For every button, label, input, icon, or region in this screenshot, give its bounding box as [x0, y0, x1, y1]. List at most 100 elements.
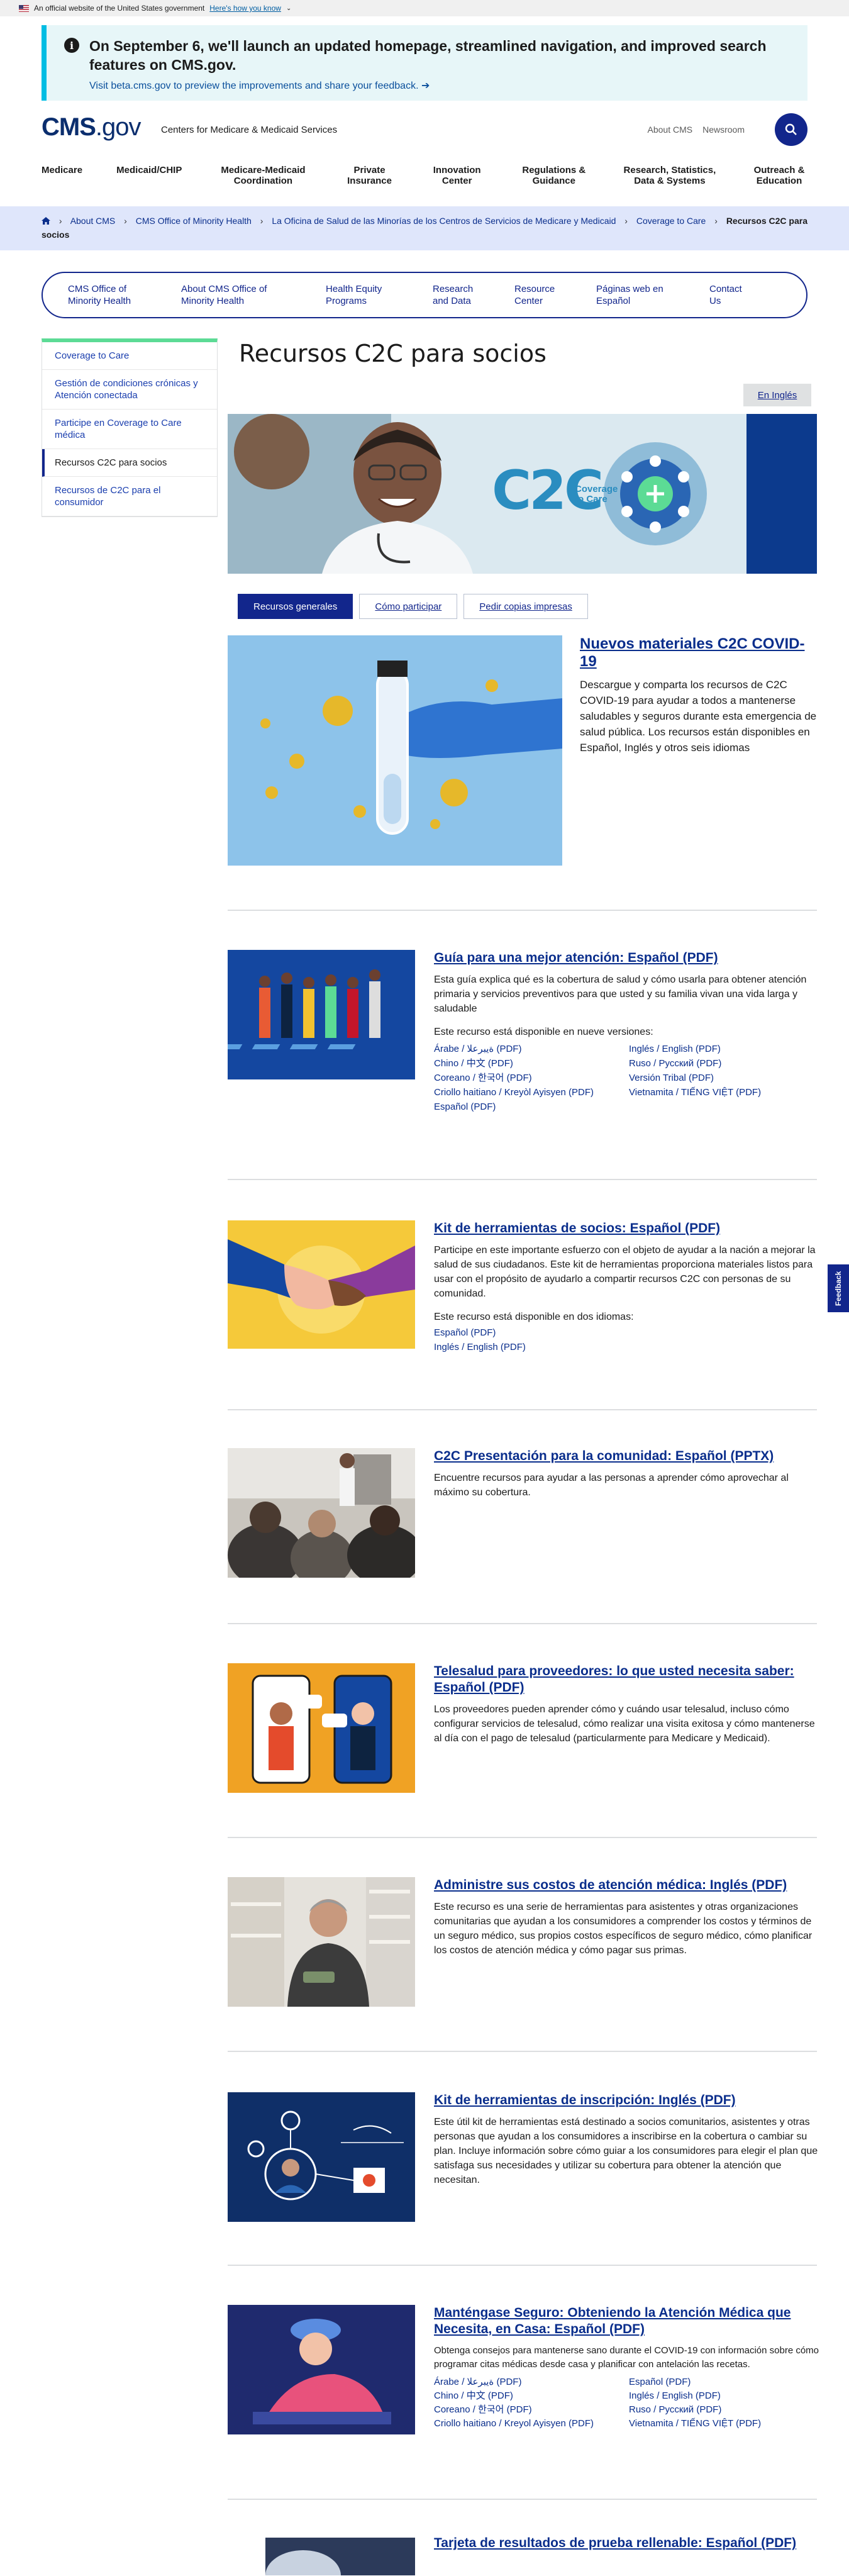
version-link[interactable]: Criollo haitiano / Kreyol Ayisyen (PDF) — [434, 2417, 629, 2431]
nav-item-outreach[interactable]: Outreach & Education — [751, 165, 807, 191]
newsroom-link[interactable]: Newsroom — [702, 125, 745, 135]
resource-thumbnail — [228, 1220, 415, 1349]
resource-title-link[interactable]: Nuevos materiales C2C COVID-19 — [580, 635, 819, 671]
covid-test-tube-image — [228, 635, 562, 866]
version-link[interactable]: Coreano / 한국어 (PDF) — [434, 1071, 629, 1085]
resource-thumbnail — [228, 1663, 415, 1793]
chevron-down-icon: ⌄ — [286, 4, 292, 12]
logo-text: Centers for Medicare & Medicaid Services — [161, 125, 338, 135]
resource-description: Participe en este importante esfuerzo co… — [434, 1245, 816, 1299]
sidebar-item-participe[interactable]: Participe en Coverage to Care médica — [42, 410, 217, 449]
sidebar-item-coverage[interactable]: Coverage to Care — [42, 342, 217, 370]
breadcrumb-oficina[interactable]: La Oficina de Salud de las Minorías de l… — [272, 216, 616, 226]
resource-title-link[interactable]: Kit de herramientas de inscripción: Ingl… — [434, 2092, 824, 2109]
resource-description: Este útil kit de herramientas está desti… — [434, 2117, 818, 2185]
version-link[interactable]: Chino / 中文 (PDF) — [434, 2389, 629, 2403]
gov-banner-text: An official website of the United States… — [34, 4, 205, 13]
version-link[interactable]: Chino / 中文 (PDF) — [434, 1056, 629, 1071]
divider — [228, 2265, 817, 2266]
version-link[interactable]: Criollo haitiano / Kreyòl Ayisyen (PDF) — [434, 1085, 629, 1100]
version-link[interactable]: Ruso / Русский (PDF) — [629, 2403, 818, 2417]
version-link[interactable]: Inglés / English (PDF) — [629, 2389, 818, 2403]
version-link[interactable]: Español (PDF) — [629, 2375, 818, 2389]
versions-list: Árabe / ةيبرعلا (PDF) Español (PDF) Chin… — [434, 2375, 824, 2431]
breadcrumb-about-cms[interactable]: About CMS — [70, 216, 116, 226]
search-icon — [785, 123, 797, 135]
version-link[interactable]: Ruso / Русский (PDF) — [629, 1056, 818, 1071]
tab-pedir-copias[interactable]: Pedir copias impresas — [463, 594, 588, 619]
handshake-image — [228, 1220, 415, 1349]
versions-list: Árabe / ةيبرعلا (PDF) Inglés / English (… — [434, 1042, 824, 1114]
subnav-about-omh[interactable]: About CMS Office of Minority Health — [181, 283, 288, 307]
resource-thumbnail — [228, 2092, 415, 2222]
resource-description: Los proveedores pueden aprender cómo y c… — [434, 1704, 815, 1744]
subnav-omh[interactable]: CMS Office of Minority Health — [68, 283, 143, 307]
feedback-button[interactable]: Feedback — [828, 1264, 849, 1312]
divider — [228, 910, 817, 911]
resource-thumbnail — [228, 1448, 415, 1578]
version-link[interactable]: Inglés / English (PDF) — [629, 1042, 818, 1056]
sidebar: Coverage to Care Gestión de condiciones … — [42, 338, 218, 517]
search-button[interactable] — [775, 113, 807, 146]
version-link[interactable]: Versión Tribal (PDF) — [629, 1071, 818, 1085]
subnav-research[interactable]: Research and Data — [433, 283, 477, 307]
breadcrumb-coverage[interactable]: Coverage to Care — [636, 216, 706, 226]
nav-item-research[interactable]: Research, Statistics, Data & Systems — [623, 165, 717, 191]
resource-tabs: Recursos generales Cómo participar Pedir… — [238, 594, 588, 619]
resource-description: Encuentre recursos para ayudar a las per… — [434, 1473, 789, 1498]
sidebar-item-recursos-socios[interactable]: Recursos C2C para socios — [42, 449, 217, 477]
resource-title-link[interactable]: Tarjeta de resultados de prueba rellenab… — [434, 2535, 817, 2551]
resource-title-link[interactable]: Manténgase Seguro: Obteniendo la Atenció… — [434, 2305, 824, 2338]
nav-item-medicaid[interactable]: Medicaid/CHIP — [116, 165, 182, 191]
divider — [228, 1623, 817, 1624]
telehealth-image — [228, 1663, 415, 1793]
about-cms-link[interactable]: About CMS — [648, 125, 693, 135]
resource-title-link[interactable]: C2C Presentación para la comunidad: Espa… — [434, 1448, 824, 1464]
nav-item-private-insurance[interactable]: Private Insurance — [345, 165, 395, 191]
subnav-contact[interactable]: Contact Us — [709, 283, 747, 307]
resource-thumbnail — [228, 2305, 415, 2434]
breadcrumb-omh[interactable]: CMS Office of Minority Health — [136, 216, 252, 226]
resource-title-link[interactable]: Telesalud para proveedores: lo que usted… — [434, 1663, 824, 1696]
resource-thumbnail — [228, 635, 562, 866]
divider — [228, 1837, 817, 1838]
resource-thumbnail — [228, 1877, 415, 2007]
subnav-resource-center[interactable]: Resource Center — [514, 283, 558, 307]
home-icon[interactable] — [42, 217, 50, 225]
cms-logo[interactable]: CMS.gov — [42, 113, 141, 142]
beta-preview-link[interactable]: Visit beta.cms.gov to preview the improv… — [89, 79, 791, 92]
divider — [228, 1409, 817, 1410]
heres-how-you-know-link[interactable]: Here's how you know — [209, 4, 281, 13]
divider — [228, 2499, 817, 2500]
resource-title-link[interactable]: Administre sus costos de atención médica… — [434, 1877, 824, 1893]
community-presentation-image — [228, 1448, 415, 1578]
alert-headline: On September 6, we'll launch an updated … — [89, 38, 767, 73]
nav-item-regulations[interactable]: Regulations & Guidance — [519, 165, 589, 191]
nav-item-coordination[interactable]: Medicare-Medicaid Coordination — [216, 165, 310, 191]
section-nav: CMS Office of Minority Health About CMS … — [42, 272, 807, 318]
resource-description: Este recurso es una serie de herramienta… — [434, 1902, 813, 1956]
nav-item-medicare[interactable]: Medicare — [42, 165, 82, 191]
subnav-espanol[interactable]: Páginas web en Español — [596, 283, 672, 307]
version-link[interactable]: Español (PDF) — [434, 1100, 629, 1114]
version-link[interactable]: Árabe / ةيبرعلا (PDF) — [434, 2375, 629, 2389]
sidebar-item-recursos-consumidor[interactable]: Recursos de C2C para el consumidor — [42, 477, 217, 516]
gov-banner: An official website of the United States… — [0, 0, 849, 16]
tab-como-participar[interactable]: Cómo participar — [359, 594, 458, 619]
subnav-health-equity[interactable]: Health Equity Programs — [326, 283, 395, 307]
en-ingles-button[interactable]: En Inglés — [743, 384, 811, 406]
resource-title-link[interactable]: Kit de herramientas de socios: Español (… — [434, 1220, 824, 1237]
version-link[interactable]: Español (PDF) — [434, 1325, 824, 1340]
version-link[interactable]: Vietnamita / TIẾNG VIỆT (PDF) — [629, 1085, 818, 1100]
version-link[interactable]: Vietnamita / TIẾNG VIỆT (PDF) — [629, 2417, 818, 2431]
version-link[interactable]: Coreano / 한국어 (PDF) — [434, 2403, 629, 2417]
resource-title-link[interactable]: Guía para una mejor atención: Español (P… — [434, 950, 824, 966]
sidebar-item-gestion[interactable]: Gestión de condiciones crónicas y Atenci… — [42, 370, 217, 410]
version-link[interactable]: Árabe / ةيبرعلا (PDF) — [434, 1042, 629, 1056]
logo-suffix: .gov — [95, 113, 142, 141]
version-link[interactable]: Inglés / English (PDF) — [434, 1340, 824, 1354]
site-alert: i On September 6, we'll launch an update… — [42, 25, 807, 101]
us-flag-icon — [19, 4, 29, 12]
tab-recursos-generales[interactable]: Recursos generales — [238, 594, 353, 619]
nav-item-innovation[interactable]: Innovation Center — [429, 165, 486, 191]
